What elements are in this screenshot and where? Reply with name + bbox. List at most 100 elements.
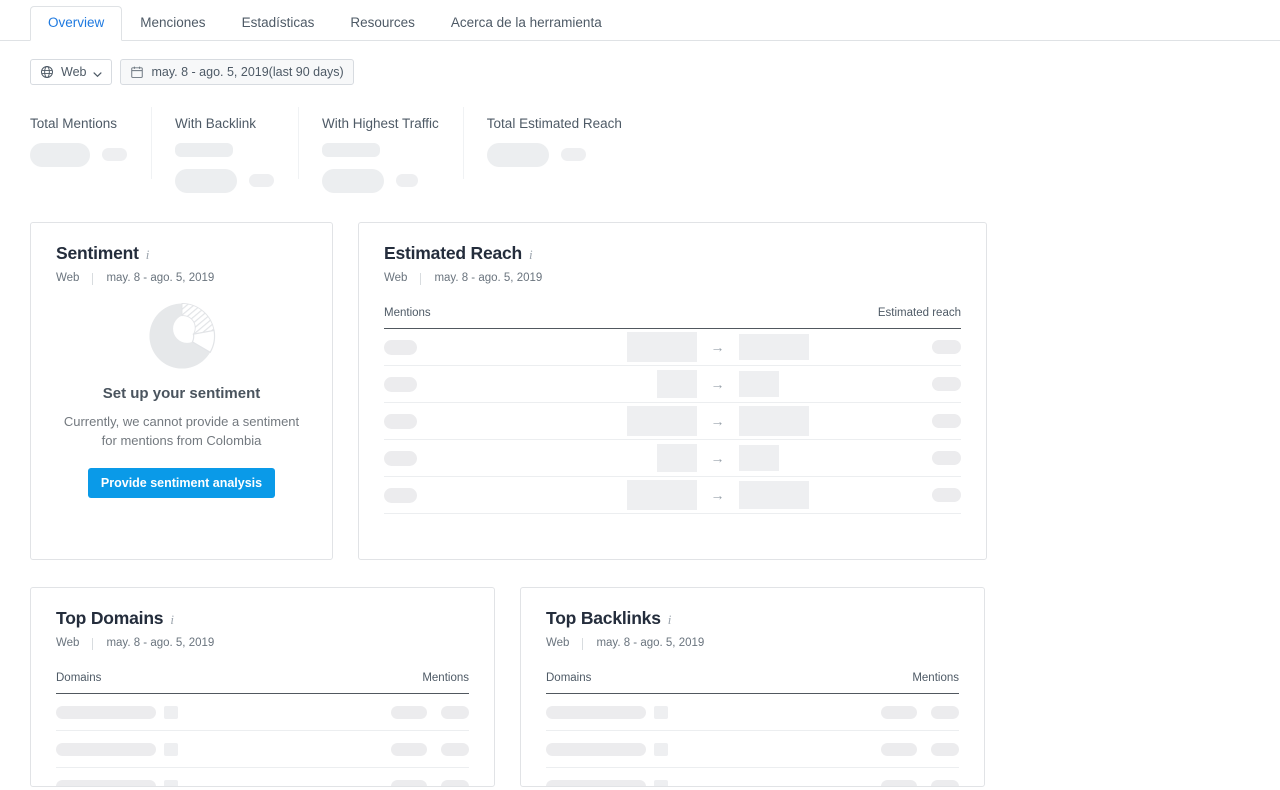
skeleton-metric-a (391, 705, 427, 719)
arrow-right-icon: → (710, 413, 725, 429)
skeleton-value-bar (30, 142, 90, 167)
metrics-summary-row: Total Mentions With Backlink With Highes… (0, 85, 1280, 193)
skeleton-delta-bar (396, 174, 418, 187)
skeleton-delta-bar (249, 174, 274, 187)
skeleton-reach-before (656, 370, 697, 398)
top-backlinks-table: Domains Mentions (546, 672, 959, 786)
skeleton-metric-a (881, 779, 917, 786)
table-row[interactable]: → (384, 477, 961, 514)
column-header-estimated-reach: Estimated reach (877, 307, 961, 319)
cards-row-primary: Sentiment i Web may. 8 - ago. 5, 2019 Se… (0, 193, 1280, 560)
tab-estadisticas[interactable]: Estadísticas (224, 6, 333, 42)
skeleton-reach-before (626, 406, 697, 436)
metric-with-backlink[interactable]: With Backlink (151, 107, 298, 193)
table-row[interactable] (546, 694, 959, 731)
tab-menciones[interactable]: Menciones (122, 6, 223, 42)
top-backlinks-card-title: Top Backlinks i (546, 607, 959, 628)
skeleton-mention (384, 413, 417, 429)
arrow-right-icon: → (710, 339, 725, 355)
metric-with-highest-traffic-label: With Highest Traffic (322, 116, 439, 131)
arrow-right-icon: → (710, 487, 725, 503)
table-row[interactable]: → (384, 440, 961, 477)
skeleton-metric-b (931, 705, 959, 719)
skeleton-metric-b (931, 742, 959, 756)
source-filter-label: Web (61, 65, 87, 79)
tab-overview[interactable]: Overview (30, 5, 123, 41)
date-range-button[interactable]: may. 8 - ago. 5, 2019(last 90 days) (120, 59, 354, 85)
cards-row-secondary: Top Domains i Web may. 8 - ago. 5, 2019 … (0, 560, 1280, 787)
top-domains-table: Domains Mentions (56, 672, 469, 786)
skeleton-mention (384, 339, 417, 355)
table-row[interactable]: → (384, 366, 961, 403)
skeleton-reach-before (626, 480, 697, 510)
skeleton-delta-bar (102, 148, 127, 161)
sentiment-card-title: Sentiment i (56, 244, 307, 263)
metric-total-mentions[interactable]: Total Mentions (30, 117, 151, 167)
skeleton-estimated-reach (932, 414, 961, 428)
estimated-reach-card: Estimated Reach i Web may. 8 - ago. 5, 2… (358, 221, 987, 560)
column-header-mentions: Mentions (912, 672, 959, 684)
skeleton-domain-name (546, 705, 646, 719)
metric-with-backlink-values (175, 168, 274, 193)
skeleton-metric-b (441, 742, 469, 756)
skeleton-subbar (322, 142, 380, 157)
main-tab-bar: Overview Menciones Estadísticas Resource… (0, 0, 1280, 41)
donut-chart-icon (56, 299, 307, 373)
skeleton-domain-badge (654, 742, 668, 756)
calendar-icon (130, 65, 144, 79)
metric-total-mentions-label: Total Mentions (30, 116, 118, 131)
skeleton-mention (384, 450, 417, 466)
info-icon[interactable]: i (668, 613, 672, 626)
top-domains-card-source: Web (56, 637, 80, 650)
column-header-mentions: Mentions (384, 307, 431, 319)
skeleton-domain-badge (164, 742, 178, 756)
skeleton-mention (384, 376, 417, 392)
sentiment-empty-state: Set up your sentiment Currently, we cann… (56, 285, 307, 498)
top-backlinks-card-meta: Web may. 8 - ago. 5, 2019 (546, 638, 959, 650)
source-filter-button[interactable]: Web (30, 59, 113, 85)
table-row[interactable]: → (384, 329, 961, 366)
top-domains-table-header: Domains Mentions (56, 672, 469, 694)
top-backlinks-card-daterange: may. 8 - ago. 5, 2019 (596, 637, 705, 650)
info-icon[interactable]: i (529, 248, 533, 261)
metric-with-backlink-label: With Backlink (175, 116, 257, 131)
skeleton-reach-after (738, 334, 809, 360)
skeleton-reach-after (738, 406, 809, 436)
tab-acerca-de-la-herramienta[interactable]: Acerca de la herramienta (433, 6, 620, 42)
meta-divider (582, 638, 584, 650)
skeleton-reach-before (656, 444, 697, 472)
skeleton-reach-before (626, 332, 697, 362)
metric-total-estimated-reach[interactable]: Total Estimated Reach (462, 107, 646, 179)
metric-with-highest-traffic[interactable]: With Highest Traffic (298, 107, 463, 193)
tab-acerca-label: Acerca de la herramienta (450, 14, 602, 30)
skeleton-reach-after (738, 445, 779, 471)
info-icon[interactable]: i (170, 613, 174, 626)
table-row[interactable] (546, 731, 959, 768)
globe-icon (40, 65, 54, 79)
skeleton-reach-after (738, 371, 779, 397)
top-domains-card-title: Top Domains i (56, 607, 469, 628)
provide-sentiment-analysis-button[interactable]: Provide sentiment analysis (87, 467, 276, 498)
sentiment-card: Sentiment i Web may. 8 - ago. 5, 2019 Se… (30, 221, 333, 560)
skeleton-metric-a (881, 705, 917, 719)
sentiment-card-source: Web (56, 272, 80, 285)
skeleton-estimated-reach (932, 377, 961, 391)
top-domains-card-title-text: Top Domains (56, 607, 164, 628)
estimated-reach-card-title: Estimated Reach i (384, 244, 961, 263)
metric-total-estimated-reach-label: Total Estimated Reach (486, 116, 622, 131)
arrow-right-icon: → (710, 376, 725, 392)
table-row[interactable] (56, 768, 469, 786)
tab-resources[interactable]: Resources (332, 6, 433, 42)
info-icon[interactable]: i (146, 248, 150, 261)
table-row[interactable] (56, 694, 469, 731)
sentiment-card-daterange: may. 8 - ago. 5, 2019 (106, 272, 215, 285)
column-header-domains: Domains (546, 672, 592, 684)
tab-estadisticas-label: Estadísticas (241, 14, 315, 30)
table-row[interactable] (56, 731, 469, 768)
estimated-reach-table-header: Mentions Estimated reach (384, 307, 961, 329)
tab-overview-label: Overview (48, 14, 105, 30)
top-backlinks-card-title-text: Top Backlinks (546, 607, 661, 628)
skeleton-metric-a (391, 779, 427, 786)
table-row[interactable] (546, 768, 959, 786)
table-row[interactable]: → (384, 403, 961, 440)
